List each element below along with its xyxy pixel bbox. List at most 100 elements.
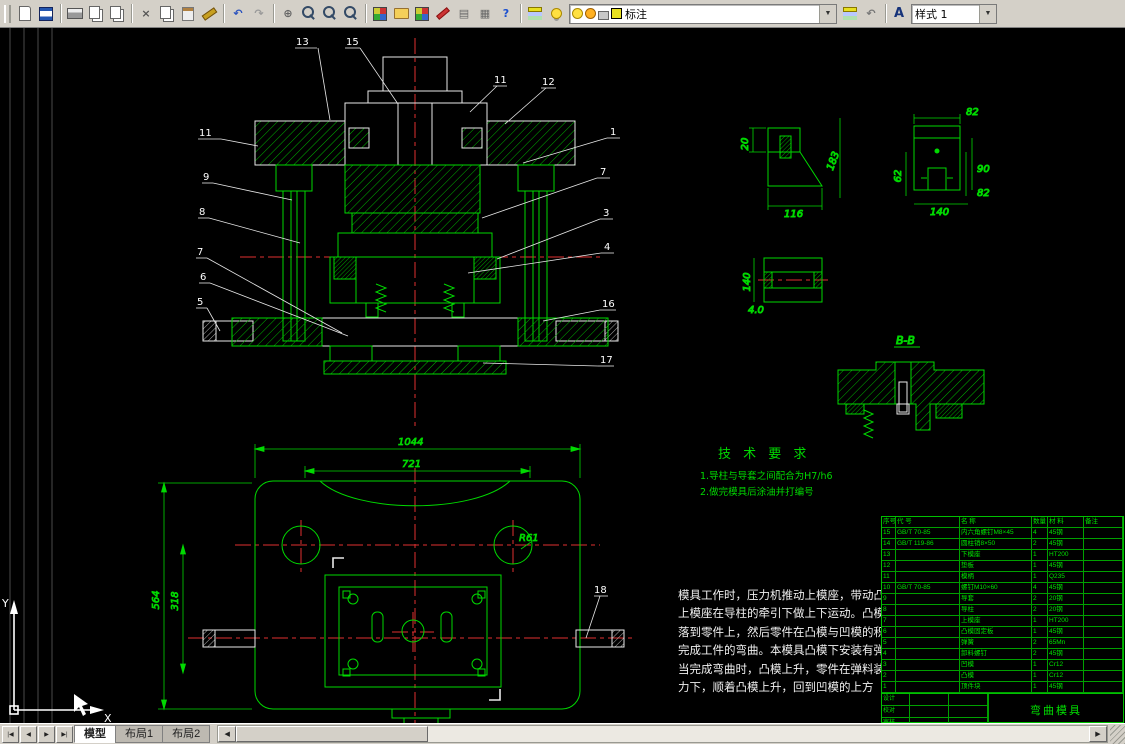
tab-layout1[interactable]: 布局1 bbox=[115, 725, 163, 743]
parts-table-cell: GB/T 119-86 bbox=[896, 539, 960, 549]
parts-table-cell: 数量 bbox=[1032, 517, 1048, 527]
parts-table-cell: 10 bbox=[882, 583, 896, 593]
paste-icon[interactable] bbox=[178, 4, 198, 23]
dbconnect-icon[interactable]: ▤ bbox=[454, 4, 474, 23]
pan-icon[interactable]: ⊕ bbox=[278, 4, 298, 23]
parts-table-cell: 1 bbox=[1032, 671, 1048, 681]
parts-table-cell: 45钢 bbox=[1048, 583, 1084, 593]
zoom-window-icon[interactable] bbox=[320, 4, 340, 23]
tab-model[interactable]: 模型 bbox=[74, 725, 116, 743]
parts-table-cell: GB/T 70-85 bbox=[896, 528, 960, 538]
toolbar-separator bbox=[273, 4, 274, 23]
tool-palettes-icon[interactable] bbox=[412, 4, 432, 23]
parts-table-cell bbox=[1084, 682, 1123, 692]
parts-table-cell: 9 bbox=[882, 594, 896, 604]
layer-previous-icon[interactable]: ↶ bbox=[861, 4, 881, 23]
scroll-left-button[interactable]: ◀ bbox=[218, 726, 236, 742]
publish-icon[interactable] bbox=[107, 4, 127, 23]
parts-table-cell bbox=[896, 561, 960, 571]
section-b-b: B-B bbox=[838, 334, 984, 438]
detail-view-2: 82 90 82 62 140 bbox=[893, 107, 990, 218]
parts-table-cell: HT200 bbox=[1048, 616, 1084, 626]
layer-on-icon bbox=[572, 8, 583, 19]
undo-icon[interactable]: ↶ bbox=[228, 4, 248, 23]
parts-table-cell: 2 bbox=[882, 671, 896, 681]
parts-table-cell: 导柱 bbox=[960, 605, 1032, 615]
style-combo-dropdown-button[interactable]: ▼ bbox=[979, 5, 996, 23]
callout: 3 bbox=[603, 208, 609, 219]
text-style-icon[interactable]: A bbox=[890, 4, 908, 23]
scroll-thumb[interactable] bbox=[236, 726, 428, 742]
ucs-icon: Y X bbox=[1, 597, 112, 723]
resize-grip[interactable] bbox=[1110, 725, 1125, 744]
parts-table-cell: 14 bbox=[882, 539, 896, 549]
tab-layout2[interactable]: 布局2 bbox=[162, 725, 210, 743]
toolbar-separator bbox=[885, 4, 886, 23]
layer-combo-dropdown-button[interactable]: ▼ bbox=[819, 5, 836, 23]
layer-states-icon[interactable] bbox=[546, 4, 566, 23]
parts-table-cell: 模柄 bbox=[960, 572, 1032, 582]
detail-view-1: 20 183 116 bbox=[740, 118, 842, 220]
new-file-icon[interactable] bbox=[15, 4, 35, 23]
make-object-layer-current-icon[interactable] bbox=[840, 4, 860, 23]
cut-icon[interactable]: × bbox=[136, 4, 156, 23]
parts-table-cell: 2 bbox=[1032, 594, 1048, 604]
parts-table-cell: 1 bbox=[1032, 550, 1048, 560]
callout: 11 bbox=[199, 128, 212, 139]
parts-table-cell: 1 bbox=[1032, 572, 1048, 582]
parts-table-row: 4卸料螺钉245钢 bbox=[882, 649, 1123, 660]
dim-plan-inner-height: 318 bbox=[170, 591, 181, 610]
zoom-previous-icon[interactable] bbox=[341, 4, 361, 23]
parts-table-cell: 2 bbox=[1032, 638, 1048, 648]
toolbar-grip[interactable] bbox=[4, 5, 11, 23]
callout: 6 bbox=[200, 272, 206, 283]
dim-140-bottom: 140 bbox=[930, 207, 949, 218]
match-properties-icon[interactable] bbox=[199, 4, 219, 23]
properties-icon[interactable] bbox=[370, 4, 390, 23]
horizontal-scrollbar[interactable]: ◀ ▶ bbox=[217, 725, 1108, 743]
tab-nav-first-button[interactable]: |◀ bbox=[2, 726, 19, 743]
parts-table-cell: HT200 bbox=[1048, 550, 1084, 560]
markup-icon[interactable] bbox=[433, 4, 453, 23]
callout: 12 bbox=[542, 77, 555, 88]
dim-62: 62 bbox=[893, 170, 904, 183]
callout: 8 bbox=[199, 207, 205, 218]
save-icon[interactable] bbox=[36, 4, 56, 23]
parts-table: 序号代 号名 称数量材 料备注15GB/T 70-85内六角螺钉M8×45445… bbox=[881, 516, 1124, 723]
parts-table-cell bbox=[1084, 561, 1123, 571]
parts-table-cell bbox=[1084, 627, 1123, 637]
layer-combo[interactable]: 标注 ▼ bbox=[569, 4, 837, 24]
zoom-realtime-icon[interactable] bbox=[299, 4, 319, 23]
parts-table-cell: 5 bbox=[882, 638, 896, 648]
tech-req-item: 1.导柱与导套之间配合为H7/h6 bbox=[700, 470, 833, 482]
parts-table-cell: 凸模 bbox=[960, 671, 1032, 681]
callout: 5 bbox=[197, 297, 203, 308]
layer-properties-icon[interactable] bbox=[525, 4, 545, 23]
tab-nav-prev-button[interactable]: ◀ bbox=[20, 726, 37, 743]
parts-table-row: 9导套220钢 bbox=[882, 594, 1123, 605]
parts-table-row: 13下模座1HT200 bbox=[882, 550, 1123, 561]
parts-table-cell: 1 bbox=[1032, 682, 1048, 692]
parts-table-cell: 7 bbox=[882, 616, 896, 626]
text-style-combo[interactable]: 样式 1 ▼ bbox=[911, 4, 997, 24]
scroll-right-button[interactable]: ▶ bbox=[1089, 726, 1107, 742]
parts-table-cell: 12 bbox=[882, 561, 896, 571]
scroll-track[interactable] bbox=[428, 726, 1089, 742]
dim-plan-inner-width: 721 bbox=[402, 459, 421, 470]
parts-table-row: 12垫板145钢 bbox=[882, 561, 1123, 572]
parts-table-cell: 45钢 bbox=[1048, 627, 1084, 637]
dim-116: 116 bbox=[784, 209, 803, 220]
plot-icon[interactable] bbox=[65, 4, 85, 23]
plot-preview-icon[interactable] bbox=[86, 4, 106, 23]
parts-table-cell bbox=[1084, 605, 1123, 615]
copy-icon[interactable] bbox=[157, 4, 177, 23]
layer-freeze-icon bbox=[585, 8, 596, 19]
tech-req-title: 技 术 要 求 bbox=[718, 447, 810, 462]
quick-calc-icon[interactable]: ▦ bbox=[475, 4, 495, 23]
tab-nav-last-button[interactable]: ▶| bbox=[56, 726, 73, 743]
redo-icon[interactable]: ↷ bbox=[249, 4, 269, 23]
tab-nav-next-button[interactable]: ▶ bbox=[38, 726, 55, 743]
parts-table-cell: 8 bbox=[882, 605, 896, 615]
designcenter-icon[interactable] bbox=[391, 4, 411, 23]
help-icon[interactable]: ? bbox=[496, 4, 516, 23]
